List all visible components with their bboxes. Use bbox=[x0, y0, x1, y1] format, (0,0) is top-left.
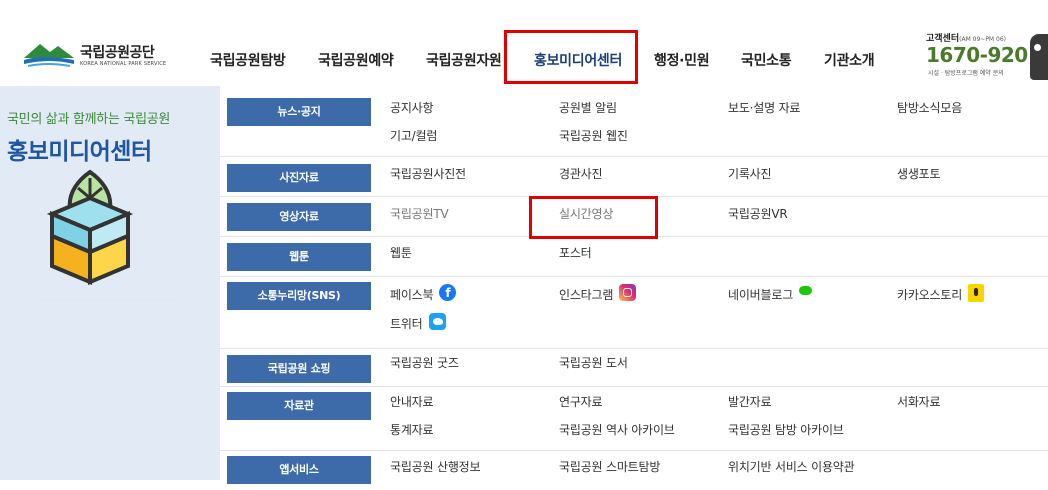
link-park-tv[interactable]: 국립공원TV bbox=[390, 205, 449, 222]
link-record-photo[interactable]: 기록사진 bbox=[728, 165, 772, 182]
sitemap-row-sns: 소통누리망(SNS) 페이스북 f 인스타그램 네이버블로그 카카오스토리 트위터 bbox=[220, 276, 1048, 349]
link-statistics[interactable]: 통계자료 bbox=[390, 421, 434, 438]
link-guide-material[interactable]: 안내자료 bbox=[390, 393, 434, 410]
customer-center-phone[interactable]: 1670-9201 bbox=[926, 43, 1042, 67]
sitemap-row-webtoon: 웹툰 웹툰 포스터 bbox=[220, 236, 1048, 277]
link-facebook[interactable]: 페이스북 f bbox=[390, 284, 457, 304]
logo-subtitle: KOREA NATIONAL PARK SERVICE bbox=[80, 61, 167, 67]
link-hiking-info[interactable]: 국립공원 산행정보 bbox=[390, 458, 481, 475]
facebook-icon: f bbox=[439, 284, 457, 301]
left-divider bbox=[40, 300, 180, 301]
category-shopping[interactable]: 국립공원 쇼핑 bbox=[227, 355, 371, 383]
link-calligraphy[interactable]: 서화자료 bbox=[897, 393, 941, 410]
link-landscape-photo[interactable]: 경관사진 bbox=[559, 165, 603, 182]
gnb-reservation[interactable]: 국립공원예약 bbox=[318, 50, 394, 70]
link-poster[interactable]: 포스터 bbox=[559, 244, 592, 261]
link-instagram[interactable]: 인스타그램 bbox=[559, 284, 637, 304]
twitter-icon bbox=[428, 313, 446, 330]
category-sns[interactable]: 소통누리망(SNS) bbox=[227, 282, 371, 310]
category-news[interactable]: 뉴스·공지 bbox=[227, 98, 371, 126]
link-smart-visit[interactable]: 국립공원 스마트탐방 bbox=[559, 458, 660, 475]
link-press[interactable]: 보도·설명 자료 bbox=[728, 99, 800, 116]
left-panel: 국민의 삶과 함께하는 국립공원 홍보미디어센터 bbox=[0, 86, 220, 480]
category-archive[interactable]: 자료관 bbox=[227, 392, 371, 420]
link-photo-exhibition[interactable]: 국립공원사진전 bbox=[390, 165, 466, 182]
leaf-box-illustration-icon bbox=[46, 169, 134, 286]
instagram-icon bbox=[619, 284, 637, 301]
park-logo-icon bbox=[24, 44, 74, 67]
sitemap-row-photo: 사진자료 국립공원사진전 경관사진 기록사진 생생포토 bbox=[220, 156, 1048, 197]
customer-center-desc: 시설 · 탐방프로그램 예약 문의 bbox=[928, 70, 1004, 77]
gnb-about[interactable]: 기관소개 bbox=[824, 50, 875, 70]
logo-name: 국립공원공단 bbox=[80, 45, 155, 61]
link-park-vr[interactable]: 국립공원VR bbox=[728, 205, 788, 222]
link-live-photo[interactable]: 생생포토 bbox=[897, 165, 941, 182]
left-slogan: 국민의 삶과 함께하는 국립공원 bbox=[7, 112, 171, 127]
naver-blog-label: 네이버블로그 bbox=[728, 288, 794, 302]
instagram-label: 인스타그램 bbox=[559, 288, 614, 302]
link-naver-blog[interactable]: 네이버블로그 bbox=[728, 286, 813, 303]
gnb-highlight-box bbox=[504, 30, 638, 84]
kakaostory-icon bbox=[968, 283, 985, 302]
sitemap: 뉴스·공지 공지사항 공원별 알림 보도·설명 자료 탐방소식모음 기고/컬럼 … bbox=[220, 86, 1048, 484]
link-research-material[interactable]: 연구자료 bbox=[559, 393, 603, 410]
mascot-icon bbox=[1030, 34, 1048, 80]
category-photo[interactable]: 사진자료 bbox=[227, 164, 371, 192]
gnb-communication[interactable]: 국민소통 bbox=[741, 50, 792, 70]
live-video-highlight-box bbox=[529, 196, 658, 239]
sitemap-row-video: 영상자료 국립공원TV 실시간영상 국립공원VR bbox=[220, 196, 1048, 239]
link-goods[interactable]: 국립공원 굿즈 bbox=[390, 354, 459, 371]
gnb-visit[interactable]: 국립공원탐방 bbox=[210, 50, 286, 70]
link-history-archive[interactable]: 국립공원 역사 아카이브 bbox=[559, 421, 675, 438]
site-header: 국립공원공단 KOREA NATIONAL PARK SERVICE 국립공원탐… bbox=[0, 0, 1048, 86]
gnb-resources[interactable]: 국립공원자원 bbox=[426, 50, 502, 70]
link-kakaostory[interactable]: 카카오스토리 bbox=[897, 283, 985, 305]
link-notice[interactable]: 공지사항 bbox=[390, 99, 434, 116]
gnb-admin[interactable]: 행정·민원 bbox=[654, 50, 710, 70]
link-location-terms[interactable]: 위치기반 서비스 이용약관 bbox=[728, 458, 855, 475]
naver-blog-icon bbox=[799, 286, 813, 295]
link-visit-archive[interactable]: 국립공원 탐방 아카이브 bbox=[728, 421, 844, 438]
link-column[interactable]: 기고/컬럼 bbox=[390, 127, 437, 144]
category-video[interactable]: 영상자료 bbox=[227, 203, 371, 231]
kakaostory-label: 카카오스토리 bbox=[897, 288, 963, 302]
facebook-label: 페이스북 bbox=[390, 288, 434, 302]
customer-center-hours: (AM 09~PM 06) bbox=[959, 36, 1006, 43]
link-visit-news[interactable]: 탐방소식모음 bbox=[897, 99, 962, 116]
link-webzine[interactable]: 국립공원 웹진 bbox=[559, 127, 628, 144]
sitemap-row-archive: 자료관 안내자료 연구자료 발간자료 서화자료 통계자료 국립공원 역사 아카이… bbox=[220, 386, 1048, 451]
category-webtoon[interactable]: 웹툰 bbox=[227, 243, 371, 271]
sitemap-row-news: 뉴스·공지 공지사항 공원별 알림 보도·설명 자료 탐방소식모음 기고/컬럼 … bbox=[220, 86, 1048, 157]
site-logo[interactable]: 국립공원공단 KOREA NATIONAL PARK SERVICE bbox=[22, 38, 172, 78]
link-webtoon[interactable]: 웹툰 bbox=[390, 244, 412, 261]
left-title: 홍보미디어센터 bbox=[7, 139, 152, 165]
link-twitter[interactable]: 트위터 bbox=[390, 313, 446, 333]
link-publications[interactable]: 발간자료 bbox=[728, 393, 772, 410]
link-park-alerts[interactable]: 공원별 알림 bbox=[559, 99, 617, 116]
twitter-label: 트위터 bbox=[390, 317, 423, 331]
sitemap-row-app: 앱서비스 국립공원 산행정보 국립공원 스마트탐방 위치기반 서비스 이용약관 bbox=[220, 450, 1048, 490]
sitemap-row-shopping: 국립공원 쇼핑 국립공원 굿즈 국립공원 도서 bbox=[220, 348, 1048, 387]
link-books[interactable]: 국립공원 도서 bbox=[559, 354, 628, 371]
